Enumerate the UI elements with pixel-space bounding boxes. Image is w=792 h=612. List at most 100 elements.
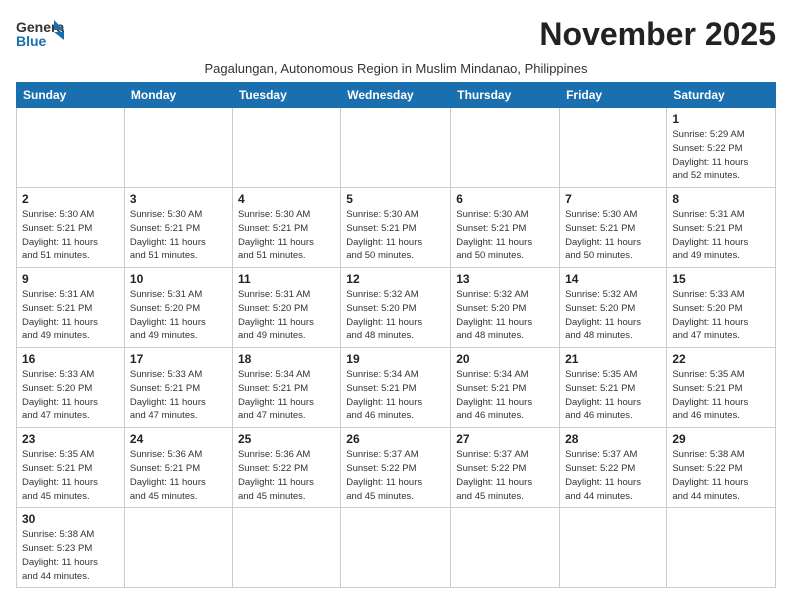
- day-info: Sunrise: 5:38 AM Sunset: 5:23 PM Dayligh…: [22, 528, 119, 583]
- day-number: 3: [130, 192, 227, 206]
- calendar-cell: 27 Sunrise: 5:37 AM Sunset: 5:22 PM Dayli…: [451, 428, 560, 508]
- day-info: Sunrise: 5:33 AM Sunset: 5:20 PM Dayligh…: [672, 288, 770, 343]
- calendar-cell: 5Sunrise: 5:30 AM Sunset: 5:21 PM Daylig…: [341, 188, 451, 268]
- calendar-cell: [560, 108, 667, 188]
- calendar-cell: 11Sunrise: 5:31 AM Sunset: 5:20 PM Dayli…: [232, 268, 340, 348]
- calendar-cell: 9Sunrise: 5:31 AM Sunset: 5:21 PM Daylig…: [17, 268, 125, 348]
- calendar-cell: 16Sunrise: 5:33 AM Sunset: 5:20 PM Dayli…: [17, 348, 125, 428]
- day-number: 17: [130, 352, 227, 366]
- calendar-cell: 20 Sunrise: 5:34 AM Sunset: 5:21 PM Dayli…: [451, 348, 560, 428]
- calendar-cell: 17 Sunrise: 5:33 AM Sunset: 5:21 PM Dayli…: [124, 348, 232, 428]
- day-info: Sunrise: 5:31 AM Sunset: 5:20 PM Dayligh…: [238, 288, 335, 343]
- calendar-cell: [232, 508, 340, 588]
- day-number: 30: [22, 512, 119, 526]
- calendar-cell: 21Sunrise: 5:35 AM Sunset: 5:21 PM Dayli…: [560, 348, 667, 428]
- day-number: 15: [672, 272, 770, 286]
- day-info: Sunrise: 5:36 AM Sunset: 5:22 PM Dayligh…: [238, 448, 335, 503]
- calendar-cell: 28Sunrise: 5:37 AM Sunset: 5:22 PM Dayli…: [560, 428, 667, 508]
- weekday-header-monday: Monday: [124, 83, 232, 108]
- day-info: Sunrise: 5:32 AM Sunset: 5:20 PM Dayligh…: [456, 288, 554, 343]
- day-number: 22: [672, 352, 770, 366]
- calendar-cell: [341, 508, 451, 588]
- calendar-cell: 10 Sunrise: 5:31 AM Sunset: 5:20 PM Dayli…: [124, 268, 232, 348]
- calendar-cell: 7Sunrise: 5:30 AM Sunset: 5:21 PM Daylig…: [560, 188, 667, 268]
- day-number: 26: [346, 432, 445, 446]
- day-info: Sunrise: 5:34 AM Sunset: 5:21 PM Dayligh…: [456, 368, 554, 423]
- day-number: 24: [130, 432, 227, 446]
- subtitle: Pagalungan, Autonomous Region in Muslim …: [16, 61, 776, 76]
- calendar-cell: [124, 108, 232, 188]
- calendar-cell: [17, 108, 125, 188]
- day-number: 19: [346, 352, 445, 366]
- calendar-cell: [232, 108, 340, 188]
- day-info: Sunrise: 5:33 AM Sunset: 5:20 PM Dayligh…: [22, 368, 119, 423]
- month-title: November 2025: [539, 16, 776, 53]
- weekday-header-friday: Friday: [560, 83, 667, 108]
- calendar-cell: 14 Sunrise: 5:32 AM Sunset: 5:20 PM Dayli…: [560, 268, 667, 348]
- day-info: Sunrise: 5:32 AM Sunset: 5:20 PM Dayligh…: [346, 288, 445, 343]
- day-number: 27: [456, 432, 554, 446]
- day-info: Sunrise: 5:35 AM Sunset: 5:21 PM Dayligh…: [22, 448, 119, 503]
- day-info: Sunrise: 5:29 AM Sunset: 5:22 PM Dayligh…: [672, 128, 770, 183]
- day-number: 20: [456, 352, 554, 366]
- day-info: Sunrise: 5:30 AM Sunset: 5:21 PM Dayligh…: [130, 208, 227, 263]
- day-number: 10: [130, 272, 227, 286]
- calendar-cell: 25 Sunrise: 5:36 AM Sunset: 5:22 PM Dayli…: [232, 428, 340, 508]
- day-number: 4: [238, 192, 335, 206]
- day-number: 14: [565, 272, 661, 286]
- day-number: 18: [238, 352, 335, 366]
- calendar-cell: 19Sunrise: 5:34 AM Sunset: 5:21 PM Dayli…: [341, 348, 451, 428]
- day-info: Sunrise: 5:30 AM Sunset: 5:21 PM Dayligh…: [22, 208, 119, 263]
- header: General Blue November 2025: [16, 16, 776, 57]
- calendar-cell: 1 Sunrise: 5:29 AM Sunset: 5:22 PM Daylig…: [667, 108, 776, 188]
- day-info: Sunrise: 5:31 AM Sunset: 5:21 PM Dayligh…: [672, 208, 770, 263]
- calendar-cell: 12 Sunrise: 5:32 AM Sunset: 5:20 PM Dayli…: [341, 268, 451, 348]
- calendar-cell: [451, 508, 560, 588]
- day-number: 29: [672, 432, 770, 446]
- day-info: Sunrise: 5:30 AM Sunset: 5:21 PM Dayligh…: [565, 208, 661, 263]
- day-info: Sunrise: 5:31 AM Sunset: 5:21 PM Dayligh…: [22, 288, 119, 343]
- day-info: Sunrise: 5:33 AM Sunset: 5:21 PM Dayligh…: [130, 368, 227, 423]
- day-info: Sunrise: 5:36 AM Sunset: 5:21 PM Dayligh…: [130, 448, 227, 503]
- calendar-table: SundayMondayTuesdayWednesdayThursdayFrid…: [16, 82, 776, 588]
- day-number: 25: [238, 432, 335, 446]
- day-info: Sunrise: 5:32 AM Sunset: 5:20 PM Dayligh…: [565, 288, 661, 343]
- calendar-cell: 18 Sunrise: 5:34 AM Sunset: 5:21 PM Dayli…: [232, 348, 340, 428]
- calendar-cell: 4Sunrise: 5:30 AM Sunset: 5:21 PM Daylig…: [232, 188, 340, 268]
- calendar-cell: 26 Sunrise: 5:37 AM Sunset: 5:22 PM Dayli…: [341, 428, 451, 508]
- calendar-cell: 3 Sunrise: 5:30 AM Sunset: 5:21 PM Daylig…: [124, 188, 232, 268]
- weekday-header-wednesday: Wednesday: [341, 83, 451, 108]
- calendar-cell: 8 Sunrise: 5:31 AM Sunset: 5:21 PM Daylig…: [667, 188, 776, 268]
- logo-icon: General Blue: [16, 16, 64, 57]
- day-number: 1: [672, 112, 770, 126]
- calendar-cell: 24 Sunrise: 5:36 AM Sunset: 5:21 PM Dayli…: [124, 428, 232, 508]
- day-number: 13: [456, 272, 554, 286]
- weekday-header-thursday: Thursday: [451, 83, 560, 108]
- calendar-cell: 2 Sunrise: 5:30 AM Sunset: 5:21 PM Daylig…: [17, 188, 125, 268]
- calendar-cell: [124, 508, 232, 588]
- day-info: Sunrise: 5:37 AM Sunset: 5:22 PM Dayligh…: [346, 448, 445, 503]
- calendar-cell: [451, 108, 560, 188]
- svg-text:Blue: Blue: [16, 33, 47, 49]
- weekday-header-tuesday: Tuesday: [232, 83, 340, 108]
- weekday-header-saturday: Saturday: [667, 83, 776, 108]
- day-info: Sunrise: 5:35 AM Sunset: 5:21 PM Dayligh…: [672, 368, 770, 423]
- day-number: 2: [22, 192, 119, 206]
- calendar-cell: 6Sunrise: 5:30 AM Sunset: 5:21 PM Daylig…: [451, 188, 560, 268]
- day-info: Sunrise: 5:30 AM Sunset: 5:21 PM Dayligh…: [346, 208, 445, 263]
- day-info: Sunrise: 5:30 AM Sunset: 5:21 PM Dayligh…: [456, 208, 554, 263]
- day-number: 12: [346, 272, 445, 286]
- day-info: Sunrise: 5:37 AM Sunset: 5:22 PM Dayligh…: [565, 448, 661, 503]
- day-number: 8: [672, 192, 770, 206]
- day-info: Sunrise: 5:38 AM Sunset: 5:22 PM Dayligh…: [672, 448, 770, 503]
- logo: General Blue: [16, 16, 64, 57]
- day-info: Sunrise: 5:34 AM Sunset: 5:21 PM Dayligh…: [238, 368, 335, 423]
- calendar-cell: [667, 508, 776, 588]
- day-number: 21: [565, 352, 661, 366]
- calendar-cell: 29 Sunrise: 5:38 AM Sunset: 5:22 PM Dayli…: [667, 428, 776, 508]
- day-info: Sunrise: 5:37 AM Sunset: 5:22 PM Dayligh…: [456, 448, 554, 503]
- calendar-cell: 15 Sunrise: 5:33 AM Sunset: 5:20 PM Dayli…: [667, 268, 776, 348]
- calendar-cell: 22 Sunrise: 5:35 AM Sunset: 5:21 PM Dayli…: [667, 348, 776, 428]
- day-info: Sunrise: 5:31 AM Sunset: 5:20 PM Dayligh…: [130, 288, 227, 343]
- weekday-header-sunday: Sunday: [17, 83, 125, 108]
